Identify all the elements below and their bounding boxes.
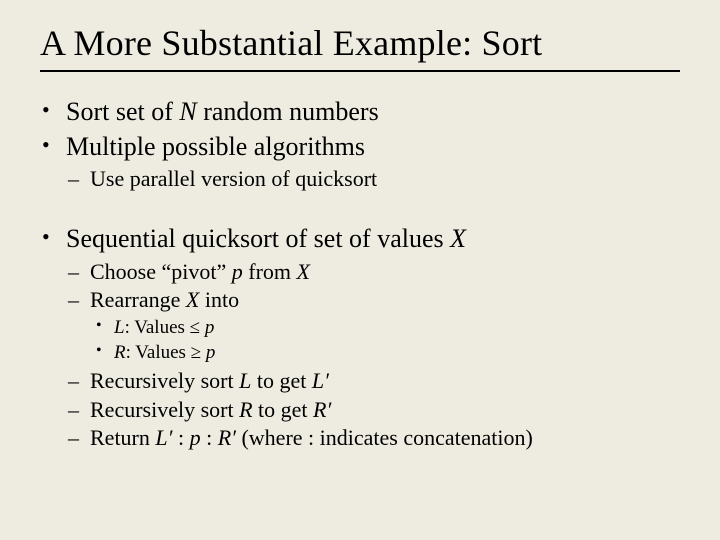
var-l: L bbox=[114, 317, 125, 338]
sub-recurse-l: Recursively sort L to get L′ bbox=[40, 367, 680, 395]
var-lprime: L′ bbox=[155, 425, 172, 450]
var-x: X bbox=[450, 224, 466, 253]
var-rprime: R′ bbox=[313, 397, 331, 422]
sub-choose-pivot: Choose “pivot” p from X bbox=[40, 258, 680, 286]
text: Recursively sort bbox=[90, 368, 239, 393]
text: Return bbox=[90, 425, 155, 450]
var-p: p bbox=[206, 342, 216, 363]
var-x: X bbox=[186, 287, 199, 312]
var-n: N bbox=[179, 97, 196, 126]
text: to get bbox=[253, 397, 314, 422]
sub-recurse-r: Recursively sort R to get R′ bbox=[40, 396, 680, 424]
sub-parallel-quicksort: Use parallel version of quicksort bbox=[40, 165, 680, 193]
bullet-sequential: Sequential quicksort of set of values X bbox=[40, 223, 680, 256]
text: (where : indicates concatenation) bbox=[236, 425, 533, 450]
text: Rearrange bbox=[90, 287, 186, 312]
bullet-sort-n: Sort set of N random numbers bbox=[40, 96, 680, 129]
text: : bbox=[172, 425, 189, 450]
text: Sequential quicksort of set of values bbox=[66, 224, 450, 253]
sub-return: Return L′ : p : R′ (where : indicates co… bbox=[40, 424, 680, 452]
text: : Values ≤ bbox=[125, 317, 205, 338]
var-r: R bbox=[239, 397, 252, 422]
text: from bbox=[243, 259, 297, 284]
var-p: p bbox=[232, 259, 243, 284]
var-lprime: L′ bbox=[312, 368, 329, 393]
text: Sort set of bbox=[66, 97, 179, 126]
sub-sub-r: R: Values ≥ p bbox=[40, 341, 680, 366]
text: to get bbox=[251, 368, 312, 393]
sub-rearrange: Rearrange X into bbox=[40, 286, 680, 314]
var-rprime: R′ bbox=[218, 425, 236, 450]
bullet-algorithms: Multiple possible algorithms bbox=[40, 131, 680, 164]
var-p: p bbox=[190, 425, 201, 450]
slide-title: A More Substantial Example: Sort bbox=[40, 22, 680, 72]
text: : Values ≥ bbox=[126, 342, 206, 363]
var-l: L bbox=[239, 368, 251, 393]
sub-list: Choose “pivot” p from X Rearrange X into bbox=[40, 258, 680, 314]
bullet-list: Sort set of N random numbers Multiple po… bbox=[40, 96, 680, 163]
text: Choose “pivot” bbox=[90, 259, 232, 284]
sub-list: Use parallel version of quicksort bbox=[40, 165, 680, 193]
sub-sub-l: L: Values ≤ p bbox=[40, 316, 680, 341]
text: random numbers bbox=[197, 97, 379, 126]
text: Recursively sort bbox=[90, 397, 239, 422]
var-p: p bbox=[205, 317, 215, 338]
slide: A More Substantial Example: Sort Sort se… bbox=[0, 0, 720, 540]
var-x: X bbox=[297, 259, 310, 284]
var-r: R bbox=[114, 342, 126, 363]
sub-sub-list: L: Values ≤ p R: Values ≥ p bbox=[40, 316, 680, 365]
bullet-list: Sequential quicksort of set of values X bbox=[40, 223, 680, 256]
sub-list: Recursively sort L to get L′ Recursively… bbox=[40, 367, 680, 451]
text: : bbox=[201, 425, 218, 450]
text: into bbox=[199, 287, 239, 312]
